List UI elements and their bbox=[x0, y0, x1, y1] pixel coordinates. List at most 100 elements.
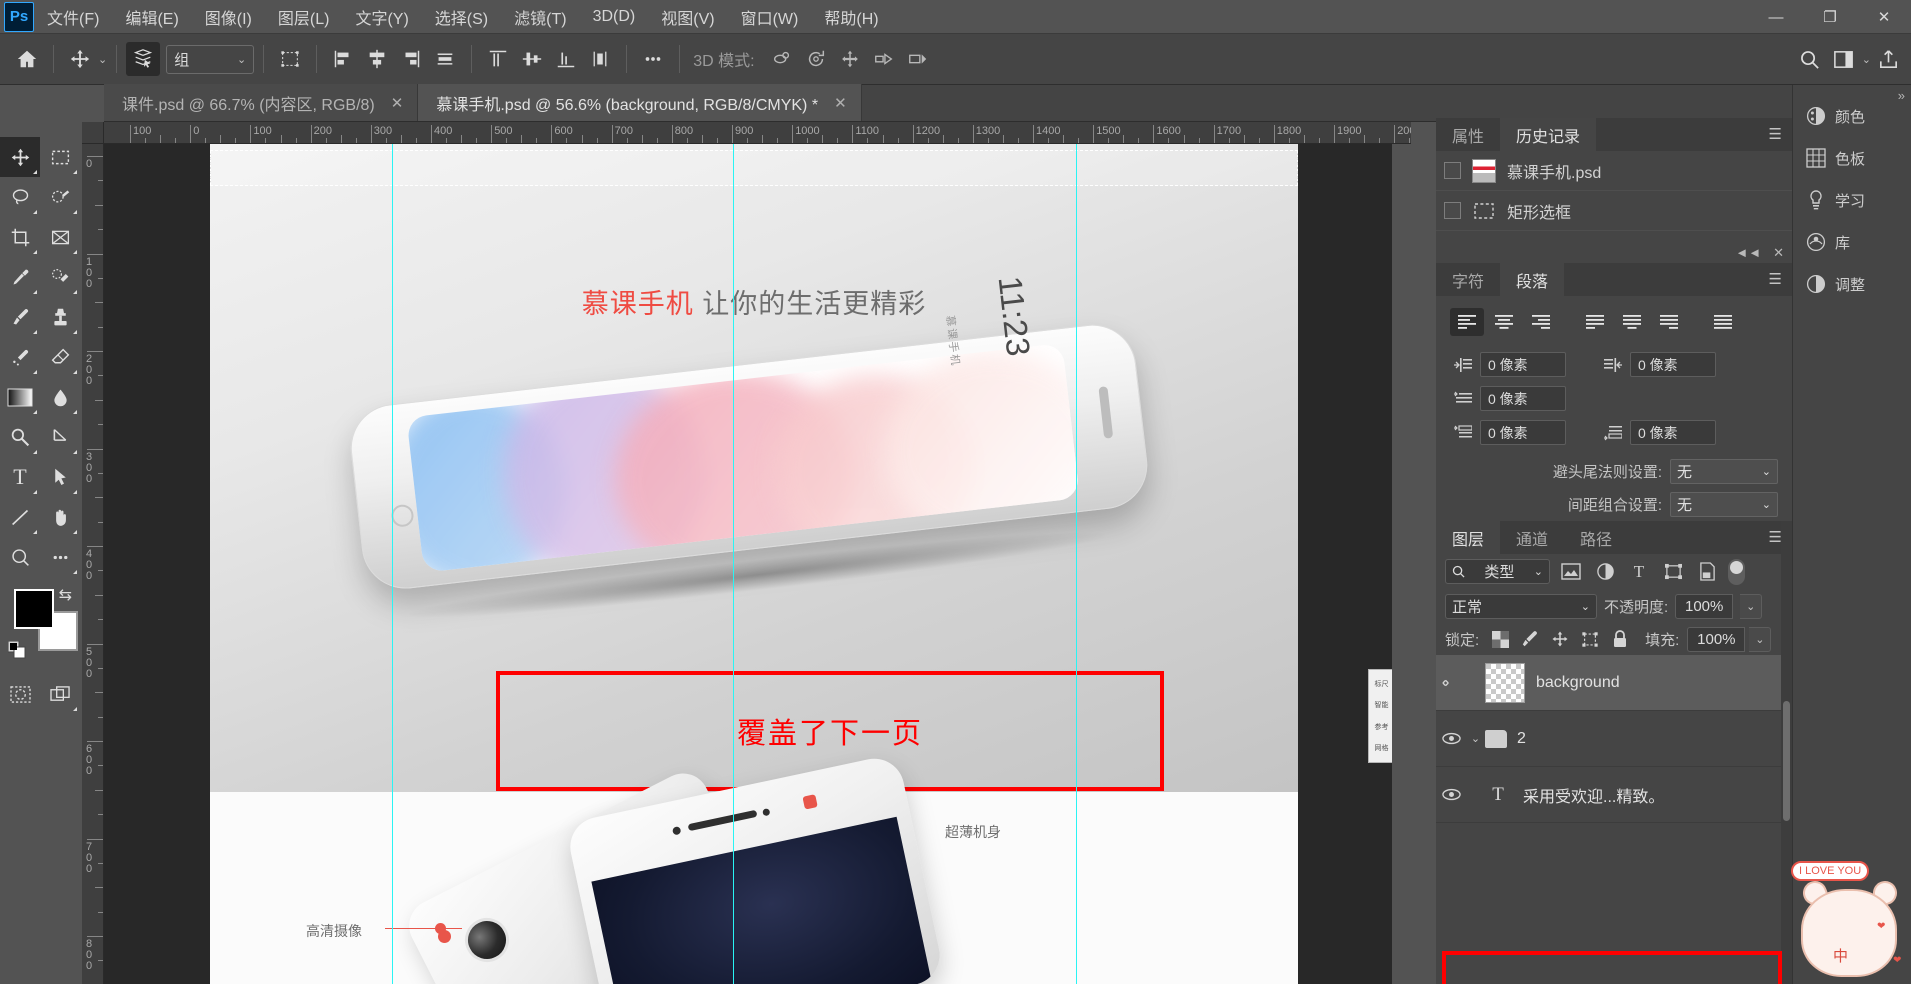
move-tool-icon[interactable] bbox=[63, 42, 97, 76]
mini-palette-item-3[interactable]: 网格 bbox=[1375, 743, 1389, 753]
collapse-icon[interactable]: ◄◄ bbox=[1735, 245, 1761, 261]
tab-paths[interactable]: 路径 bbox=[1564, 521, 1629, 554]
lock-all-icon[interactable] bbox=[1607, 627, 1633, 651]
layer-name[interactable]: 2 bbox=[1517, 730, 1526, 748]
workspace-chevron-icon[interactable]: ⌄ bbox=[1862, 53, 1871, 66]
group-expand-chevron[interactable]: ⌄ bbox=[1466, 732, 1485, 745]
dock-item-learn[interactable]: 学习 bbox=[1793, 179, 1911, 221]
minimize-button[interactable]: — bbox=[1749, 0, 1803, 34]
layer-name[interactable]: background bbox=[1536, 674, 1620, 692]
space-before-field[interactable]: 0 像素 bbox=[1480, 420, 1566, 445]
dock-item-color[interactable]: 颜色 bbox=[1793, 95, 1911, 137]
distribute-icon[interactable] bbox=[428, 42, 462, 76]
dock-item-adjustments[interactable]: 调整 bbox=[1793, 263, 1911, 305]
foreground-color-swatch[interactable] bbox=[14, 589, 54, 629]
horizontal-ruler[interactable]: 100 0 100 200 300 400 500 600 700 800 900 1000 1100 1… bbox=[104, 122, 1411, 144]
align-text-right-button[interactable] bbox=[1524, 308, 1558, 336]
history-brush-tool[interactable] bbox=[0, 337, 40, 377]
document-tab-mukeshouji[interactable]: 慕课手机.psd @ 56.6% (background, RGB/8/CMYK… bbox=[418, 84, 862, 121]
filter-enable-toggle[interactable] bbox=[1728, 558, 1745, 585]
canvas-area[interactable]: 慕课手机 让你的生活更精彩 11:23 慕课手机 覆盖了下一页 高清摄像 超薄机… bbox=[104, 144, 1392, 984]
align-vertical-centers-icon[interactable] bbox=[515, 42, 549, 76]
slide-3d-icon[interactable] bbox=[867, 42, 901, 76]
roll-3d-icon[interactable] bbox=[799, 42, 833, 76]
indent-left-field[interactable]: 0 像素 bbox=[1480, 352, 1566, 377]
menu-item-help[interactable]: 帮助(H) bbox=[811, 1, 891, 33]
space-after-field[interactable]: 0 像素 bbox=[1630, 420, 1716, 445]
justify-last-right-button[interactable] bbox=[1652, 308, 1686, 336]
history-item-document[interactable]: 慕课手机.psd bbox=[1436, 151, 1792, 191]
history-source-checkbox[interactable] bbox=[1444, 202, 1461, 219]
line-tool[interactable] bbox=[0, 497, 40, 537]
dock-item-swatches[interactable]: 色板 bbox=[1793, 137, 1911, 179]
opacity-field[interactable]: 100% bbox=[1675, 593, 1734, 619]
mini-palette-item-2[interactable]: 参考 bbox=[1375, 722, 1389, 732]
layer-visibility-toggle[interactable] bbox=[1436, 677, 1466, 689]
tab-properties[interactable]: 属性 bbox=[1436, 118, 1501, 151]
fill-field[interactable]: 100% bbox=[1687, 626, 1746, 652]
swap-colors-icon[interactable]: ⇆ bbox=[59, 585, 72, 605]
gradient-tool[interactable] bbox=[0, 377, 40, 417]
lasso-tool[interactable] bbox=[0, 177, 40, 217]
quick-mask-icon[interactable] bbox=[0, 674, 40, 714]
panel-menu-icon[interactable]: ☰ bbox=[1769, 127, 1782, 142]
arrange-documents-icon[interactable] bbox=[1827, 43, 1861, 77]
layer-row-text[interactable]: T 采用受欢迎...精致。 bbox=[1436, 767, 1792, 823]
tab-history[interactable]: 历史记录 bbox=[1500, 118, 1597, 151]
indent-first-line-field[interactable]: 0 像素 bbox=[1480, 386, 1566, 411]
floating-mini-palette[interactable]: 标尺 智能 参考 网格 bbox=[1368, 669, 1392, 763]
menu-item-type[interactable]: 文字(Y) bbox=[342, 1, 421, 33]
close-button[interactable]: ✕ bbox=[1857, 0, 1911, 34]
filter-pixel-icon[interactable] bbox=[1558, 560, 1584, 584]
menu-item-3d[interactable]: 3D(D) bbox=[580, 4, 649, 30]
path-selection-tool[interactable] bbox=[40, 457, 80, 497]
vertical-ruler[interactable]: 0 100 200 300 400 500 600 700 800 bbox=[82, 144, 104, 984]
dodge-tool[interactable] bbox=[0, 417, 40, 457]
scale-3d-icon[interactable] bbox=[901, 42, 935, 76]
fill-stepper-chevron[interactable]: ⌄ bbox=[1749, 626, 1772, 652]
tab-channels[interactable]: 通道 bbox=[1500, 521, 1565, 554]
layer-thumbnail[interactable] bbox=[1485, 662, 1525, 703]
move-tool[interactable] bbox=[0, 137, 40, 177]
screen-mode-icon[interactable] bbox=[40, 674, 80, 714]
filter-smart-object-icon[interactable] bbox=[1694, 560, 1720, 584]
filter-shape-icon[interactable] bbox=[1660, 560, 1686, 584]
distribute-vertical-icon[interactable] bbox=[583, 42, 617, 76]
lock-artboard-icon[interactable] bbox=[1577, 627, 1603, 651]
justify-last-left-button[interactable] bbox=[1578, 308, 1612, 336]
menu-item-window[interactable]: 窗口(W) bbox=[728, 1, 812, 33]
object-selection-tool[interactable] bbox=[40, 177, 80, 217]
tab-layers[interactable]: 图层 bbox=[1436, 521, 1501, 554]
blur-tool[interactable] bbox=[40, 377, 80, 417]
clone-stamp-tool[interactable] bbox=[40, 297, 80, 337]
rectangular-selection-marquee[interactable] bbox=[210, 150, 1298, 186]
filter-adjustment-icon[interactable] bbox=[1592, 560, 1618, 584]
align-text-left-button[interactable] bbox=[1450, 308, 1484, 336]
history-item-marquee[interactable]: 矩形选框 bbox=[1436, 191, 1792, 231]
align-text-center-button[interactable] bbox=[1487, 308, 1521, 336]
eraser-tool[interactable] bbox=[40, 337, 80, 377]
search-icon[interactable] bbox=[1793, 43, 1827, 77]
vertical-guide-3[interactable] bbox=[1076, 144, 1077, 984]
drag-3d-icon[interactable] bbox=[833, 42, 867, 76]
justify-all-button[interactable] bbox=[1706, 308, 1740, 336]
filter-type-icon[interactable]: T bbox=[1626, 560, 1652, 584]
rotate-3d-icon[interactable] bbox=[765, 42, 799, 76]
align-right-edges-icon[interactable] bbox=[394, 42, 428, 76]
frame-tool[interactable] bbox=[40, 217, 80, 257]
menu-item-layer[interactable]: 图层(L) bbox=[265, 1, 343, 33]
panel-menu-icon[interactable]: ☰ bbox=[1769, 272, 1782, 287]
edit-toolbar-tool[interactable] bbox=[40, 537, 80, 577]
align-top-edges-icon[interactable] bbox=[481, 42, 515, 76]
layer-visibility-toggle[interactable] bbox=[1436, 732, 1466, 745]
auto-select-layers-icon[interactable] bbox=[126, 42, 161, 76]
show-transform-controls-icon[interactable] bbox=[273, 42, 307, 76]
close-icon[interactable]: ✕ bbox=[834, 94, 847, 112]
vertical-guide-1[interactable] bbox=[392, 144, 393, 984]
menu-item-image[interactable]: 图像(I) bbox=[192, 1, 265, 33]
history-source-checkbox[interactable] bbox=[1444, 162, 1461, 179]
share-icon[interactable] bbox=[1871, 43, 1905, 77]
lock-position-icon[interactable] bbox=[1547, 627, 1573, 651]
close-icon[interactable]: ✕ bbox=[391, 94, 404, 112]
zoom-tool[interactable] bbox=[0, 537, 40, 577]
